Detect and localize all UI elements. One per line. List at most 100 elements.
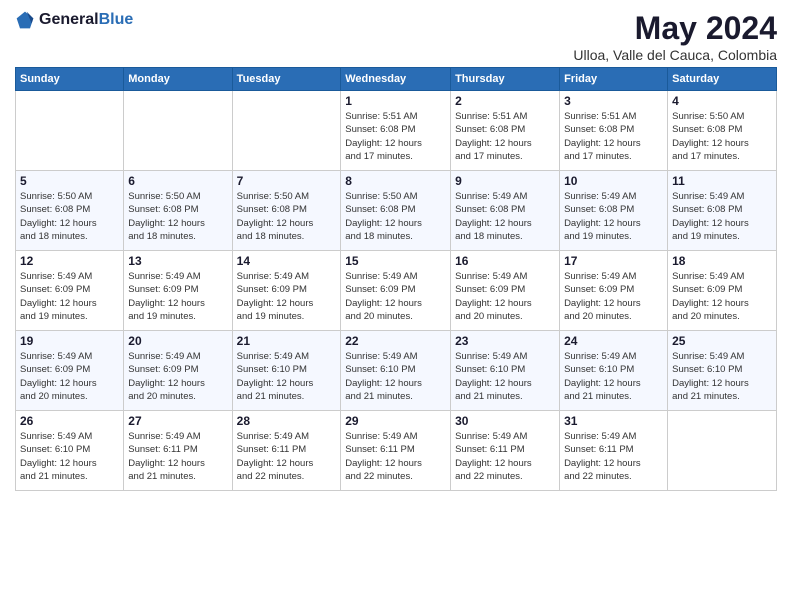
day-number: 16	[455, 254, 555, 268]
logo-general: General	[39, 11, 99, 28]
day-number: 26	[20, 414, 119, 428]
day-info: Sunrise: 5:49 AM Sunset: 6:08 PM Dayligh…	[564, 190, 663, 243]
day-number: 17	[564, 254, 663, 268]
day-info: Sunrise: 5:49 AM Sunset: 6:09 PM Dayligh…	[20, 270, 119, 323]
day-number: 12	[20, 254, 119, 268]
calendar-cell: 21Sunrise: 5:49 AM Sunset: 6:10 PM Dayli…	[232, 331, 341, 411]
calendar-cell: 10 Sunrise: 5:49 AM Sunset: 6:08 PM Dayli…	[560, 171, 668, 251]
calendar-cell: 29 Sunrise: 5:49 AM Sunset: 6:11 PM Dayli…	[341, 411, 451, 491]
day-number: 31	[564, 414, 663, 428]
calendar-cell: 12 Sunrise: 5:49 AM Sunset: 6:09 PM Dayli…	[16, 251, 124, 331]
day-info: Sunrise: 5:49 AM Sunset: 6:09 PM Dayligh…	[128, 270, 227, 323]
calendar-cell: 30 Sunrise: 5:49 AM Sunset: 6:11 PM Dayli…	[451, 411, 560, 491]
header-monday: Monday	[124, 68, 232, 91]
calendar-cell: 11 Sunrise: 5:49 AM Sunset: 6:08 PM Dayli…	[668, 171, 777, 251]
calendar-row-4: 26 Sunrise: 5:49 AM Sunset: 6:10 PM Dayli…	[16, 411, 777, 491]
calendar-table: Sunday Monday Tuesday Wednesday Thursday…	[15, 67, 777, 491]
day-number: 20	[128, 334, 227, 348]
day-number: 14	[237, 254, 337, 268]
calendar-cell: 7 Sunrise: 5:50 AM Sunset: 6:08 PM Daylig…	[232, 171, 341, 251]
header-row: Sunday Monday Tuesday Wednesday Thursday…	[16, 68, 777, 91]
title-block: May 2024 Ulloa, Valle del Cauca, Colombi…	[573, 10, 777, 63]
header-sunday: Sunday	[16, 68, 124, 91]
day-number: 29	[345, 414, 446, 428]
day-info: Sunrise: 5:49 AM Sunset: 6:08 PM Dayligh…	[455, 190, 555, 243]
day-info: Sunrise: 5:49 AM Sunset: 6:09 PM Dayligh…	[20, 350, 119, 403]
day-number: 4	[672, 94, 772, 108]
day-number: 15	[345, 254, 446, 268]
calendar-cell: 25 Sunrise: 5:49 AM Sunset: 6:10 PM Dayli…	[668, 331, 777, 411]
calendar-cell: 18 Sunrise: 5:49 AM Sunset: 6:09 PM Dayli…	[668, 251, 777, 331]
day-info: Sunrise: 5:49 AM Sunset: 6:11 PM Dayligh…	[128, 430, 227, 483]
calendar-cell: 22 Sunrise: 5:49 AM Sunset: 6:10 PM Dayli…	[341, 331, 451, 411]
day-number: 21	[237, 334, 337, 348]
day-number: 11	[672, 174, 772, 188]
calendar-cell: 26 Sunrise: 5:49 AM Sunset: 6:10 PM Dayli…	[16, 411, 124, 491]
page-container: GeneralBlue May 2024 Ulloa, Valle del Ca…	[0, 0, 792, 612]
day-info: Sunrise: 5:49 AM Sunset: 6:09 PM Dayligh…	[345, 270, 446, 323]
calendar-row-2: 12 Sunrise: 5:49 AM Sunset: 6:09 PM Dayli…	[16, 251, 777, 331]
calendar-cell	[668, 411, 777, 491]
day-info: Sunrise: 5:49 AM Sunset: 6:11 PM Dayligh…	[455, 430, 555, 483]
calendar-cell: 27Sunrise: 5:49 AM Sunset: 6:11 PM Dayli…	[124, 411, 232, 491]
day-info: Sunrise: 5:50 AM Sunset: 6:08 PM Dayligh…	[672, 110, 772, 163]
day-info: Sunrise: 5:49 AM Sunset: 6:09 PM Dayligh…	[455, 270, 555, 323]
day-number: 2	[455, 94, 555, 108]
calendar-cell	[124, 91, 232, 171]
calendar-cell: 31 Sunrise: 5:49 AM Sunset: 6:11 PM Dayli…	[560, 411, 668, 491]
day-info: Sunrise: 5:49 AM Sunset: 6:09 PM Dayligh…	[672, 270, 772, 323]
calendar-row-1: 5Sunrise: 5:50 AM Sunset: 6:08 PM Daylig…	[16, 171, 777, 251]
calendar-cell: 28Sunrise: 5:49 AM Sunset: 6:11 PM Dayli…	[232, 411, 341, 491]
calendar-cell: 14 Sunrise: 5:49 AM Sunset: 6:09 PM Dayli…	[232, 251, 341, 331]
logo-blue: Blue	[99, 11, 134, 28]
calendar-cell: 5Sunrise: 5:50 AM Sunset: 6:08 PM Daylig…	[16, 171, 124, 251]
calendar-cell: 15 Sunrise: 5:49 AM Sunset: 6:09 PM Dayli…	[341, 251, 451, 331]
calendar-row-3: 19Sunrise: 5:49 AM Sunset: 6:09 PM Dayli…	[16, 331, 777, 411]
day-number: 1	[345, 94, 446, 108]
day-number: 18	[672, 254, 772, 268]
calendar-cell: 8Sunrise: 5:50 AM Sunset: 6:08 PM Daylig…	[341, 171, 451, 251]
day-info: Sunrise: 5:49 AM Sunset: 6:09 PM Dayligh…	[237, 270, 337, 323]
day-info: Sunrise: 5:50 AM Sunset: 6:08 PM Dayligh…	[128, 190, 227, 243]
day-number: 13	[128, 254, 227, 268]
calendar-cell: 9 Sunrise: 5:49 AM Sunset: 6:08 PM Daylig…	[451, 171, 560, 251]
calendar-cell: 19Sunrise: 5:49 AM Sunset: 6:09 PM Dayli…	[16, 331, 124, 411]
calendar-cell: 16 Sunrise: 5:49 AM Sunset: 6:09 PM Dayli…	[451, 251, 560, 331]
logo: GeneralBlue	[15, 10, 133, 30]
day-number: 22	[345, 334, 446, 348]
calendar-header: Sunday Monday Tuesday Wednesday Thursday…	[16, 68, 777, 91]
calendar-cell: 23Sunrise: 5:49 AM Sunset: 6:10 PM Dayli…	[451, 331, 560, 411]
header-thursday: Thursday	[451, 68, 560, 91]
day-info: Sunrise: 5:49 AM Sunset: 6:10 PM Dayligh…	[20, 430, 119, 483]
calendar-cell: 20Sunrise: 5:49 AM Sunset: 6:09 PM Dayli…	[124, 331, 232, 411]
calendar-cell: 6Sunrise: 5:50 AM Sunset: 6:08 PM Daylig…	[124, 171, 232, 251]
header-friday: Friday	[560, 68, 668, 91]
day-number: 10	[564, 174, 663, 188]
day-number: 30	[455, 414, 555, 428]
day-info: Sunrise: 5:49 AM Sunset: 6:10 PM Dayligh…	[345, 350, 446, 403]
calendar-cell: 17Sunrise: 5:49 AM Sunset: 6:09 PM Dayli…	[560, 251, 668, 331]
calendar-cell: 2 Sunrise: 5:51 AM Sunset: 6:08 PM Daylig…	[451, 91, 560, 171]
calendar-cell	[16, 91, 124, 171]
day-info: Sunrise: 5:49 AM Sunset: 6:11 PM Dayligh…	[345, 430, 446, 483]
day-number: 9	[455, 174, 555, 188]
day-info: Sunrise: 5:50 AM Sunset: 6:08 PM Dayligh…	[20, 190, 119, 243]
day-info: Sunrise: 5:49 AM Sunset: 6:10 PM Dayligh…	[672, 350, 772, 403]
calendar-cell: 13 Sunrise: 5:49 AM Sunset: 6:09 PM Dayli…	[124, 251, 232, 331]
header: GeneralBlue May 2024 Ulloa, Valle del Ca…	[15, 10, 777, 63]
calendar-row-0: 1 Sunrise: 5:51 AM Sunset: 6:08 PM Daylig…	[16, 91, 777, 171]
header-tuesday: Tuesday	[232, 68, 341, 91]
logo-icon	[15, 10, 35, 30]
day-info: Sunrise: 5:49 AM Sunset: 6:11 PM Dayligh…	[564, 430, 663, 483]
day-info: Sunrise: 5:49 AM Sunset: 6:08 PM Dayligh…	[672, 190, 772, 243]
calendar-body: 1 Sunrise: 5:51 AM Sunset: 6:08 PM Daylig…	[16, 91, 777, 491]
logo-text: GeneralBlue	[39, 11, 133, 29]
day-number: 3	[564, 94, 663, 108]
day-info: Sunrise: 5:51 AM Sunset: 6:08 PM Dayligh…	[564, 110, 663, 163]
calendar-cell	[232, 91, 341, 171]
day-number: 25	[672, 334, 772, 348]
day-number: 8	[345, 174, 446, 188]
day-info: Sunrise: 5:51 AM Sunset: 6:08 PM Dayligh…	[455, 110, 555, 163]
day-info: Sunrise: 5:50 AM Sunset: 6:08 PM Dayligh…	[237, 190, 337, 243]
day-number: 7	[237, 174, 337, 188]
